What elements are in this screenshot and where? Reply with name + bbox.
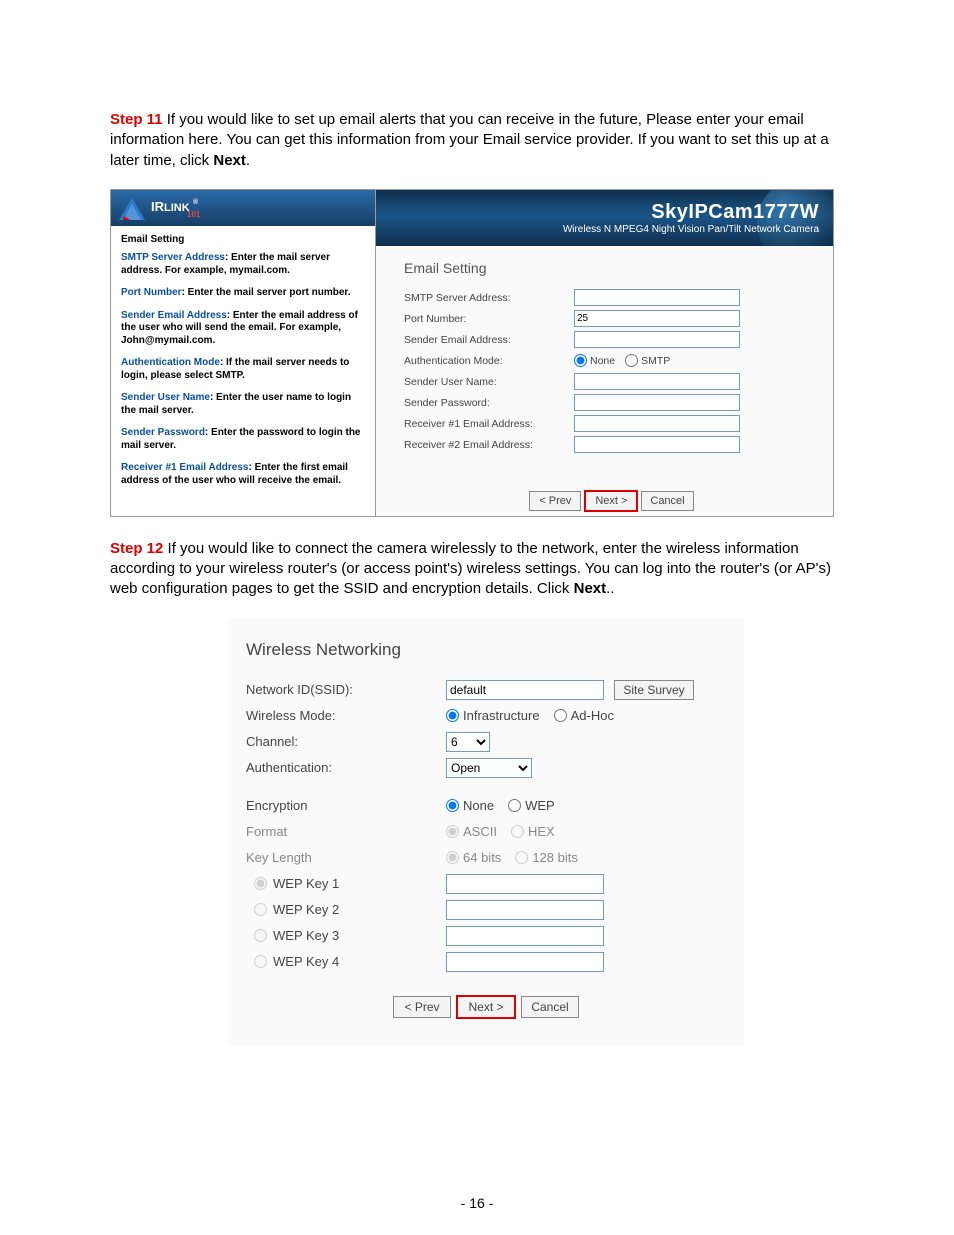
smtp-label: SMTP Server Address: <box>404 292 574 304</box>
email-setting-screenshot: IRLINK ® 101 Email Setting SMTP Server A… <box>110 189 834 517</box>
klen-64-radio[interactable]: 64 bits <box>446 850 501 865</box>
mode-infra-radio[interactable]: Infrastructure <box>446 708 540 723</box>
port-label: Port Number: <box>404 313 574 325</box>
step12-text-a: If you would like to connect the camera … <box>110 540 831 598</box>
enc-wep-radio[interactable]: WEP <box>508 798 555 813</box>
ssid-label: Network ID(SSID): <box>246 682 446 697</box>
sender-user-input[interactable] <box>574 373 740 390</box>
format-label: Format <box>246 824 446 839</box>
cancel-button[interactable]: Cancel <box>641 491 693 511</box>
product-banner: SkyIPCam1777W Wireless N MPEG4 Night Vis… <box>376 190 833 246</box>
help-item: Sender Password: Enter the password to l… <box>121 427 365 452</box>
wepkey4-radio[interactable]: WEP Key 4 <box>254 954 446 969</box>
help-item: Sender User Name: Enter the user name to… <box>121 392 365 417</box>
sender-email-input[interactable] <box>574 331 740 348</box>
brand-header: IRLINK ® 101 <box>111 190 375 226</box>
help-item: Receiver #1 Email Address: Enter the fir… <box>121 462 365 487</box>
auth-none-radio[interactable]: None <box>574 354 615 367</box>
sender-pass-input[interactable] <box>574 394 740 411</box>
next-button[interactable]: Next > <box>585 491 637 511</box>
email-help-sidebar: IRLINK ® 101 Email Setting SMTP Server A… <box>110 189 376 517</box>
sender-pass-label: Sender Password: <box>404 397 574 409</box>
step11-paragraph: Step 11 If you would like to set up emai… <box>110 110 844 171</box>
cancel-button[interactable]: Cancel <box>521 996 579 1018</box>
next-button[interactable]: Next > <box>457 996 515 1018</box>
smtp-input[interactable] <box>574 289 740 306</box>
step12-bold: Next <box>574 580 607 597</box>
keylen-label: Key Length <box>246 850 446 865</box>
brand-logo-icon <box>119 198 145 220</box>
ssid-input[interactable] <box>446 680 604 700</box>
prev-button[interactable]: < Prev <box>393 996 451 1018</box>
prev-button[interactable]: < Prev <box>529 491 581 511</box>
enc-none-radio[interactable]: None <box>446 798 494 813</box>
wepkey3-input[interactable] <box>446 926 604 946</box>
step12-paragraph: Step 12 If you would like to connect the… <box>110 539 844 600</box>
product-title: SkyIPCam1777W <box>563 201 819 224</box>
brand-b: LINK <box>164 202 190 214</box>
sender-user-label: Sender User Name: <box>404 376 574 388</box>
sidebar-heading: Email Setting <box>121 234 365 247</box>
auth-smtp-radio[interactable]: SMTP <box>625 354 670 367</box>
sender-email-label: Sender Email Address: <box>404 334 574 346</box>
wireless-mode-label: Wireless Mode: <box>246 708 446 723</box>
wepkey4-input[interactable] <box>446 952 604 972</box>
help-item: Authentication Mode: If the mail server … <box>121 357 365 382</box>
step11-text-b: . <box>246 152 250 169</box>
help-item: Port Number: Enter the mail server port … <box>121 287 365 300</box>
product-subtitle: Wireless N MPEG4 Night Vision Pan/Tilt N… <box>563 224 819 235</box>
wireless-heading: Wireless Networking <box>246 640 726 660</box>
receiver1-input[interactable] <box>574 415 740 432</box>
page-number: - 16 - <box>0 1195 954 1211</box>
wepkey3-radio[interactable]: WEP Key 3 <box>254 928 446 943</box>
fmt-ascii-radio[interactable]: ASCII <box>446 824 497 839</box>
receiver1-label: Receiver #1 Email Address: <box>404 418 574 430</box>
step11-label: Step 11 <box>110 111 163 128</box>
fmt-hex-radio[interactable]: HEX <box>511 824 555 839</box>
wepkey1-input[interactable] <box>446 874 604 894</box>
site-survey-button[interactable]: Site Survey <box>614 680 694 700</box>
mode-adhoc-radio[interactable]: Ad-Hoc <box>554 708 614 723</box>
wepkey2-input[interactable] <box>446 900 604 920</box>
form-heading: Email Setting <box>404 260 819 276</box>
auth-mode-label: Authentication Mode: <box>404 355 574 367</box>
auth-label: Authentication: <box>246 760 446 775</box>
encryption-label: Encryption <box>246 798 446 813</box>
receiver2-label: Receiver #2 Email Address: <box>404 439 574 451</box>
help-item: SMTP Server Address: Enter the mail serv… <box>121 252 365 277</box>
step11-bold: Next <box>213 152 246 169</box>
wireless-networking-screenshot: Wireless Networking Network ID(SSID): Si… <box>228 618 744 1046</box>
brand-sup: ® <box>193 199 198 206</box>
step12-label: Step 12 <box>110 540 163 557</box>
brand-a: IR <box>151 199 164 214</box>
wepkey2-radio[interactable]: WEP Key 2 <box>254 902 446 917</box>
wepkey1-radio[interactable]: WEP Key 1 <box>254 876 446 891</box>
channel-label: Channel: <box>246 734 446 749</box>
auth-select[interactable]: Open <box>446 758 532 778</box>
channel-select[interactable]: 6 <box>446 732 490 752</box>
help-item: Sender Email Address: Enter the email ad… <box>121 310 365 348</box>
receiver2-input[interactable] <box>574 436 740 453</box>
step12-text-b: .. <box>606 580 614 597</box>
port-input[interactable] <box>574 310 740 327</box>
brand-sub: 101 <box>187 210 200 219</box>
klen-128-radio[interactable]: 128 bits <box>515 850 578 865</box>
